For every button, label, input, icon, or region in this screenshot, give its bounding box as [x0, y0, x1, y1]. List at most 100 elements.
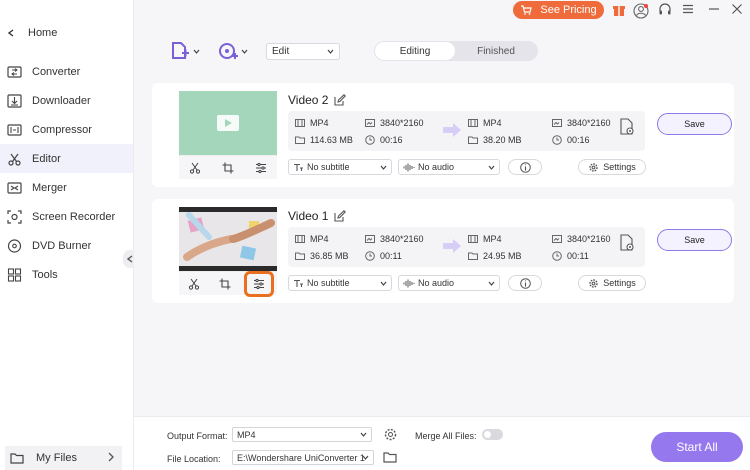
sidebar-item-downloader[interactable]: Downloader [0, 86, 133, 115]
disc-icon [7, 238, 22, 253]
home-link[interactable]: Home [8, 27, 57, 39]
info-button[interactable] [508, 159, 542, 175]
output-settings-icon[interactable] [618, 234, 636, 252]
convert-arrow-icon [443, 123, 461, 137]
source-duration-value: 00:11 [380, 251, 402, 261]
video-title: Video 2 [288, 93, 347, 107]
save-button[interactable]: Save [657, 113, 732, 135]
folder-icon [468, 136, 478, 144]
subtitle-icon [294, 279, 303, 287]
merge-all-toggle[interactable] [482, 429, 503, 440]
sidebar-nav: Converter Downloader Compressor Editor M… [0, 57, 133, 289]
resolution-icon [552, 119, 562, 127]
start-all-button[interactable]: Start All [651, 432, 743, 462]
avatar-icon[interactable] [633, 3, 649, 19]
home-label: Home [28, 27, 58, 39]
output-size-value: 38.20 MB [483, 135, 522, 145]
folder-icon [10, 453, 24, 464]
output-size: 24.95 MB [468, 251, 522, 261]
file-location-select[interactable]: E:\Wondershare UniConverter 1 [232, 450, 374, 465]
sidebar-item-tools[interactable]: Tools [0, 260, 133, 289]
edit-icon[interactable] [334, 210, 347, 222]
adjust-icon [253, 278, 264, 289]
tab-editing[interactable]: Editing [375, 42, 455, 60]
gift-icon[interactable] [612, 3, 626, 17]
settings-button[interactable]: Settings [578, 275, 646, 291]
folder-icon [468, 252, 478, 260]
subtitle-select[interactable]: No subtitle [288, 275, 392, 291]
video-title: Video 1 [288, 209, 347, 223]
sidebar-item-compressor[interactable]: Compressor [0, 115, 133, 144]
downloader-icon [7, 93, 22, 108]
video-thumbnail[interactable] [179, 207, 277, 271]
settings-label: Settings [603, 162, 636, 172]
source-duration: 00:16 [365, 135, 403, 145]
video-info-panel: MP4 3840*2160 36.85 MB 00:11 MP4 3840*21… [288, 227, 645, 267]
convert-arrow-icon [443, 239, 461, 253]
sidebar-item-editor[interactable]: Editor [0, 144, 133, 173]
close-icon[interactable] [731, 3, 743, 15]
edit-mode-select[interactable]: Edit [266, 43, 340, 60]
sidebar-item-dvd-burner[interactable]: DVD Burner [0, 231, 133, 260]
output-resolution-value: 3840*2160 [567, 118, 611, 128]
status-tabs: Editing Finished [374, 41, 538, 61]
video-title-text: Video 1 [288, 209, 329, 223]
save-button[interactable]: Save [657, 229, 732, 251]
video-card: Video 2 MP4 3840*2160 114.63 MB 00:16 MP… [152, 83, 734, 187]
trim-button[interactable] [183, 158, 207, 178]
edit-icon[interactable] [334, 94, 347, 106]
trim-button[interactable] [182, 274, 206, 294]
sidebar-item-label: Merger [32, 181, 67, 194]
grid-icon [7, 267, 22, 282]
output-format: MP4 [468, 234, 502, 244]
info-button[interactable] [508, 275, 542, 291]
see-pricing-button[interactable]: See Pricing [513, 1, 604, 19]
thumbnail-actions [179, 155, 277, 179]
my-files-button[interactable]: My Files [5, 446, 122, 470]
output-format-label: Output Format: [167, 431, 228, 441]
output-duration: 00:11 [552, 251, 589, 261]
sidebar-item-label: Converter [32, 65, 81, 78]
edit-mode-value: Edit [272, 46, 290, 57]
compressor-icon [7, 123, 22, 136]
minimize-icon[interactable] [708, 3, 720, 15]
video-card: Video 1 MP4 3840*2160 36.85 MB 00:11 MP4… [152, 199, 734, 303]
chevron-left-icon [127, 255, 133, 263]
audio-select[interactable]: No audio [398, 275, 500, 291]
open-folder-icon[interactable] [383, 451, 397, 463]
source-size-value: 114.63 MB [310, 135, 353, 145]
audio-select[interactable]: No audio [398, 159, 500, 175]
thumbnail-actions [179, 270, 277, 297]
video-file-icon [468, 119, 478, 127]
settings-button[interactable]: Settings [578, 159, 646, 175]
source-resolution: 3840*2160 [365, 118, 424, 128]
sidebar-item-converter[interactable]: Converter [0, 57, 133, 86]
subtitle-value: No subtitle [307, 162, 350, 172]
output-format-select[interactable]: MP4 [232, 427, 372, 442]
headset-icon[interactable] [658, 3, 672, 17]
sidebar-item-screen-recorder[interactable]: Screen Recorder [0, 202, 133, 231]
tab-finished[interactable]: Finished [456, 42, 536, 60]
effects-button[interactable] [249, 158, 273, 178]
chevron-right-icon [108, 452, 114, 462]
resolution-icon [365, 119, 375, 127]
output-settings-icon[interactable] [618, 118, 636, 136]
sidebar-item-merger[interactable]: Merger [0, 173, 133, 202]
subtitle-select[interactable]: No subtitle [288, 159, 392, 175]
clock-icon [365, 251, 375, 261]
crop-button[interactable] [216, 158, 240, 178]
add-files-button[interactable] [170, 41, 200, 61]
subtitle-icon [294, 163, 303, 171]
chevron-down-icon [193, 49, 200, 54]
add-disc-icon [219, 43, 238, 59]
video-thumbnail[interactable] [179, 91, 277, 155]
format-settings-icon[interactable] [383, 427, 398, 442]
add-dvd-button[interactable] [218, 41, 248, 61]
menu-icon[interactable] [682, 3, 694, 15]
crop-button[interactable] [213, 274, 237, 294]
audio-wave-icon [403, 279, 415, 287]
effects-button[interactable] [243, 270, 274, 297]
chevron-down-icon [327, 49, 334, 54]
sidebar-item-label: Editor [32, 152, 61, 165]
video-frame-image [179, 207, 277, 271]
